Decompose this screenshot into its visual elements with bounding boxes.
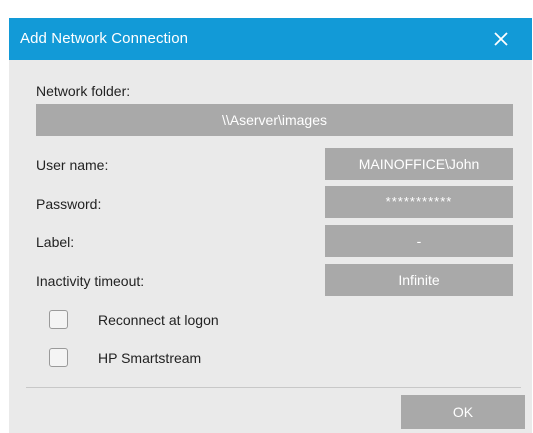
add-network-connection-dialog: Add Network Connection Network folder: \…	[9, 18, 532, 433]
reconnect-at-logon-label: Reconnect at logon	[98, 312, 219, 328]
network-folder-label: Network folder:	[36, 83, 131, 99]
network-folder-field[interactable]: \\Aserver\images	[36, 104, 513, 136]
hp-smartstream-label: HP Smartstream	[98, 350, 202, 366]
close-icon	[494, 32, 508, 46]
password-field[interactable]: ***********	[325, 186, 513, 218]
user-name-label: User name:	[36, 157, 109, 173]
dialog-title: Add Network Connection	[20, 30, 189, 47]
password-label: Password:	[36, 196, 102, 212]
inactivity-timeout-field[interactable]: Infinite	[325, 264, 513, 296]
dialog-titlebar: Add Network Connection	[9, 18, 532, 60]
label-field[interactable]: -	[325, 225, 513, 257]
reconnect-at-logon-checkbox[interactable]	[49, 310, 68, 329]
ok-button[interactable]: OK	[401, 395, 525, 429]
hp-smartstream-checkbox[interactable]	[49, 348, 68, 367]
inactivity-timeout-label: Inactivity timeout:	[36, 273, 145, 289]
footer-divider	[26, 387, 521, 388]
label-label: Label:	[36, 234, 75, 250]
close-button[interactable]	[487, 25, 515, 53]
user-name-field[interactable]: MAINOFFICE\John	[325, 148, 513, 180]
